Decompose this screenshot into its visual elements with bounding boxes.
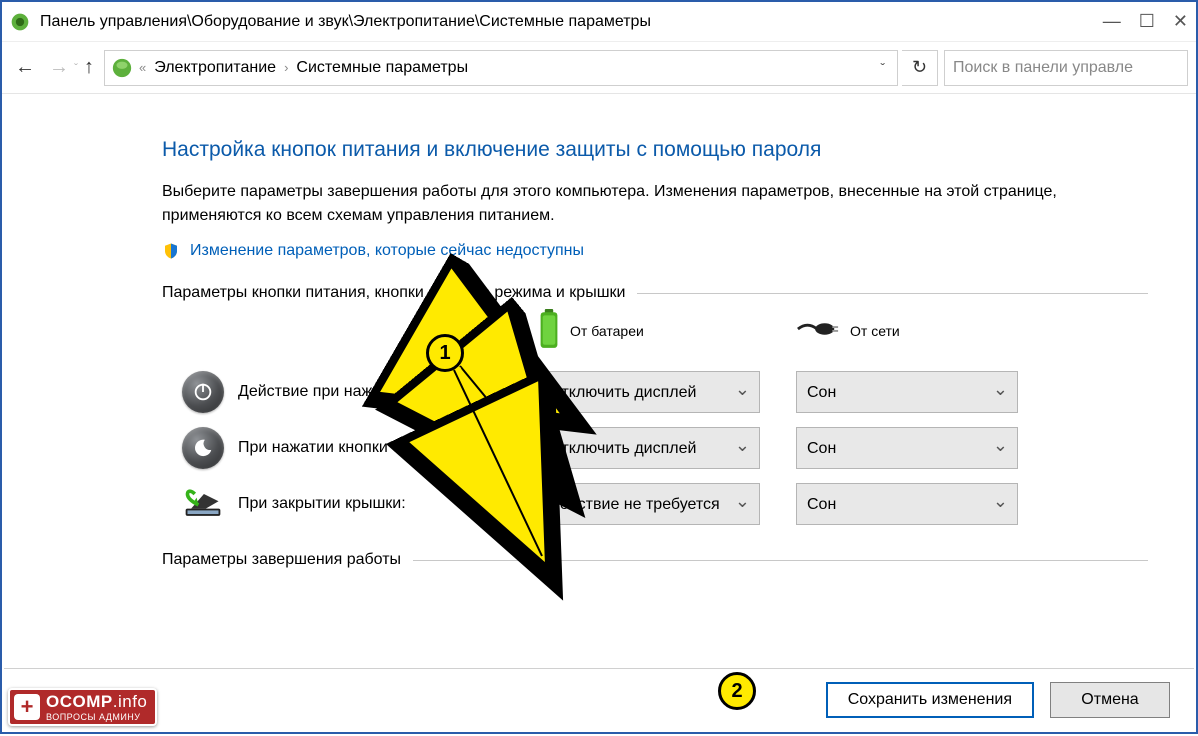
sleep-button-icon xyxy=(182,427,224,469)
search-input[interactable]: Поиск в панели управле xyxy=(944,50,1188,86)
up-button[interactable]: ↑ xyxy=(84,56,94,79)
page-description: Выберите параметры завершения работы для… xyxy=(162,180,1148,228)
ac-plug-icon xyxy=(796,317,840,344)
watermark-suffix: .info xyxy=(113,692,148,711)
column-battery-label: От батареи xyxy=(570,323,644,339)
section-buttons-title: Параметры кнопки питания, кнопки спящего… xyxy=(162,284,1148,302)
shield-icon xyxy=(162,242,180,260)
page-heading: Настройка кнопок питания и включение защ… xyxy=(162,138,1148,162)
divider xyxy=(413,560,1148,561)
watermark-plus-icon: + xyxy=(14,694,40,720)
row-sleep-label: При нажатии кнопки сна: xyxy=(238,439,538,457)
control-panel-icon xyxy=(10,12,30,32)
history-dropdown-icon[interactable]: ˇ xyxy=(74,61,78,75)
titlebar: Панель управления\Оборудование и звук\Эл… xyxy=(2,2,1196,42)
maximize-icon[interactable]: ☐ xyxy=(1139,11,1155,32)
power-button-icon xyxy=(182,371,224,413)
breadcrumb-item-2[interactable]: Системные параметры xyxy=(290,59,474,77)
admin-unlock-link[interactable]: Изменение параметров, которые сейчас нед… xyxy=(162,242,1148,260)
back-button[interactable]: ← xyxy=(12,55,38,81)
address-bar[interactable]: « Электропитание › Системные параметры ˇ xyxy=(104,50,898,86)
sleep-battery-select[interactable]: Отключить дисплей xyxy=(538,427,760,469)
annotation-marker-2: 2 xyxy=(718,672,756,710)
breadcrumb-expand-icon[interactable]: ˇ xyxy=(874,60,891,76)
forward-button[interactable]: → xyxy=(46,55,72,81)
cancel-button[interactable]: Отмена xyxy=(1050,682,1170,718)
battery-icon xyxy=(538,308,560,353)
watermark-sub: ВОПРОСЫ АДМИНУ xyxy=(46,712,147,722)
navbar: ← → ˇ ↑ « Электропитание › Системные пар… xyxy=(2,42,1196,94)
breadcrumb-icon xyxy=(111,57,133,79)
power-ac-select[interactable]: Сон xyxy=(796,371,1018,413)
minimize-icon[interactable]: — xyxy=(1103,11,1121,32)
save-button[interactable]: Сохранить изменения xyxy=(826,682,1034,718)
sleep-ac-select[interactable]: Сон xyxy=(796,427,1018,469)
section-buttons-label: Параметры кнопки питания, кнопки спящего… xyxy=(162,284,625,302)
breadcrumb-prefix: « xyxy=(137,60,148,75)
watermark-main: OCOMP xyxy=(46,692,113,711)
lid-battery-select[interactable]: Действие не требуется xyxy=(538,483,760,525)
close-icon[interactable]: ✕ xyxy=(1173,11,1188,32)
window-controls: — ☐ ✕ xyxy=(1103,11,1188,32)
content-area: Настройка кнопок питания и включение защ… xyxy=(2,94,1196,569)
section-shutdown-title: Параметры завершения работы xyxy=(162,551,1148,569)
admin-unlock-label: Изменение параметров, которые сейчас нед… xyxy=(190,242,584,260)
lid-ac-select[interactable]: Сон xyxy=(796,483,1018,525)
refresh-button[interactable]: ↻ xyxy=(902,50,938,86)
lid-close-icon xyxy=(182,483,224,525)
window-title: Панель управления\Оборудование и звук\Эл… xyxy=(40,13,1103,31)
row-power-label: Действие при нажатии кнопки питания: xyxy=(238,383,538,401)
settings-rows: Действие при нажатии кнопки питания: Отк… xyxy=(182,371,1148,525)
breadcrumb-item-1[interactable]: Электропитание xyxy=(148,59,282,77)
power-battery-select[interactable]: Отключить дисплей xyxy=(538,371,760,413)
watermark-badge: + OCOMP.info ВОПРОСЫ АДМИНУ xyxy=(8,688,157,726)
chevron-right-icon: › xyxy=(282,60,290,75)
annotation-marker-1: 1 xyxy=(426,334,464,372)
footer-bar: Сохранить изменения Отмена xyxy=(4,668,1194,730)
section-shutdown-label: Параметры завершения работы xyxy=(162,551,401,569)
row-lid-label: При закрытии крышки: xyxy=(238,495,538,513)
divider xyxy=(637,293,1148,294)
column-ac-label: От сети xyxy=(850,323,900,339)
settings-grid: От батареи От сети xyxy=(182,308,1148,353)
